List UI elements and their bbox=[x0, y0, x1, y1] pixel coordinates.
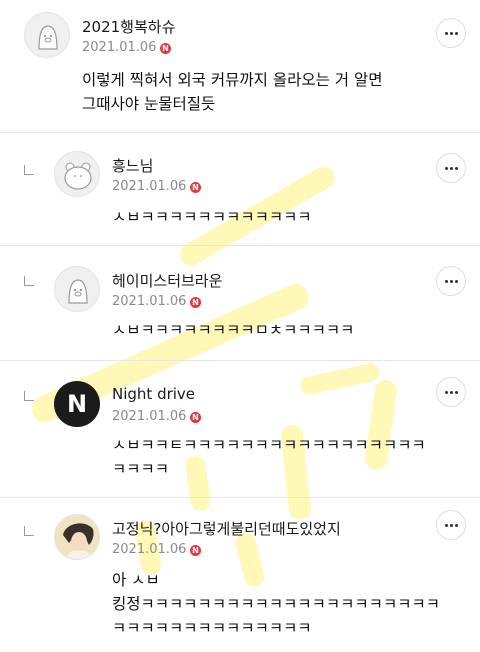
reply-comment: 흥느님 2021.01.06 N ㅅㅂㅋㅋㅋㅋㅋㅋㅋㅋㅋㅋㅋㅋ bbox=[0, 133, 480, 245]
reply-indent-icon bbox=[24, 391, 34, 401]
nickname[interactable]: 흥느님 bbox=[112, 155, 153, 176]
reply-indent-icon bbox=[24, 526, 34, 536]
comment-date: 2021.01.06 bbox=[112, 409, 187, 424]
new-badge: N bbox=[160, 43, 171, 54]
comment-text: ㅅㅂㅋㅋㅌㅋㅋㅋㅋㅋㅋㅋㅋㅋㅋㅋㅋㅋㅋㅋㅋㅋ ㅋㅋㅋㅋ bbox=[112, 436, 426, 478]
reply-comment: N Night drive 2021.01.06 N ㅅㅂㅋㅋㅌㅋㅋㅋㅋㅋㅋㅋㅋ… bbox=[0, 361, 480, 497]
more-dots-icon bbox=[444, 31, 458, 35]
avatar[interactable] bbox=[54, 266, 100, 312]
comment-date: 2021.01.06 bbox=[82, 40, 157, 55]
more-button[interactable] bbox=[436, 266, 466, 296]
reply-comment: 헤이미스터브라운 2021.01.06 N ㅅㅂㅋㅋㅋㅋㅋㅋㅋㅋㅁㅊㅋㅋㅋㅋㅋ bbox=[0, 246, 480, 360]
more-dots-icon bbox=[444, 166, 458, 170]
more-button[interactable] bbox=[436, 510, 466, 540]
profile-photo-icon bbox=[55, 515, 99, 559]
default-avatar-icon bbox=[64, 162, 92, 190]
comment-date: 2021.01.06 bbox=[112, 294, 187, 309]
comment-date: 2021.01.06 bbox=[112, 542, 187, 557]
avatar[interactable] bbox=[54, 514, 100, 560]
comment: 2021행복하슈 2021.01.06 N 이렇게 찍혀서 외국 커뮤까지 올라… bbox=[0, 0, 480, 132]
new-badge: N bbox=[190, 545, 201, 556]
avatar[interactable] bbox=[24, 12, 70, 58]
default-avatar-icon bbox=[38, 25, 58, 50]
comment-text: ㅅㅂㅋㅋㅋㅋㅋㅋㅋㅋㅋㅋㅋㅋ bbox=[112, 208, 312, 226]
comment-date: 2021.01.06 bbox=[112, 179, 187, 194]
comment-text: 이렇게 찍혀서 외국 커뮤까지 올라오는 거 알면 그때사야 눈물터질듯 bbox=[82, 71, 383, 113]
comment-text: 아 ㅅㅂ 킹정ㅋㅋㅋㅋㅋㅋㅋㅋㅋㅋㅋㅋㅋㅋㅋㅋㅋㅋㅋㅋㅋ ㅋㅋㅋㅋㅋㅋㅋㅋㅋㅋㅋ… bbox=[112, 571, 440, 637]
new-badge: N bbox=[190, 412, 201, 423]
more-dots-icon bbox=[444, 279, 458, 283]
default-avatar-icon bbox=[68, 279, 88, 304]
more-button[interactable] bbox=[436, 18, 466, 48]
nickname[interactable]: 헤이미스터브라운 bbox=[112, 270, 222, 291]
avatar[interactable]: N bbox=[54, 381, 100, 427]
nickname[interactable]: Night drive bbox=[112, 385, 195, 403]
nickname[interactable]: 고정닉?아아그렇게불리던때도있었지 bbox=[112, 518, 341, 539]
more-dots-icon bbox=[444, 390, 458, 394]
nickname[interactable]: 2021행복하슈 bbox=[82, 16, 175, 37]
new-badge: N bbox=[190, 297, 201, 308]
avatar-letter: N bbox=[66, 390, 88, 418]
reply-indent-icon bbox=[24, 165, 34, 175]
reply-comment: 고정닉?아아그렇게불리던때도있었지 2021.01.06 N 아 ㅅㅂ 킹정ㅋㅋ… bbox=[0, 498, 480, 652]
more-button[interactable] bbox=[436, 153, 466, 183]
comment-text: ㅅㅂㅋㅋㅋㅋㅋㅋㅋㅋㅁㅊㅋㅋㅋㅋㅋ bbox=[112, 321, 355, 339]
more-button[interactable] bbox=[436, 377, 466, 407]
new-badge: N bbox=[190, 182, 201, 193]
reply-indent-icon bbox=[24, 276, 34, 286]
avatar[interactable] bbox=[54, 151, 100, 197]
more-dots-icon bbox=[444, 523, 458, 527]
